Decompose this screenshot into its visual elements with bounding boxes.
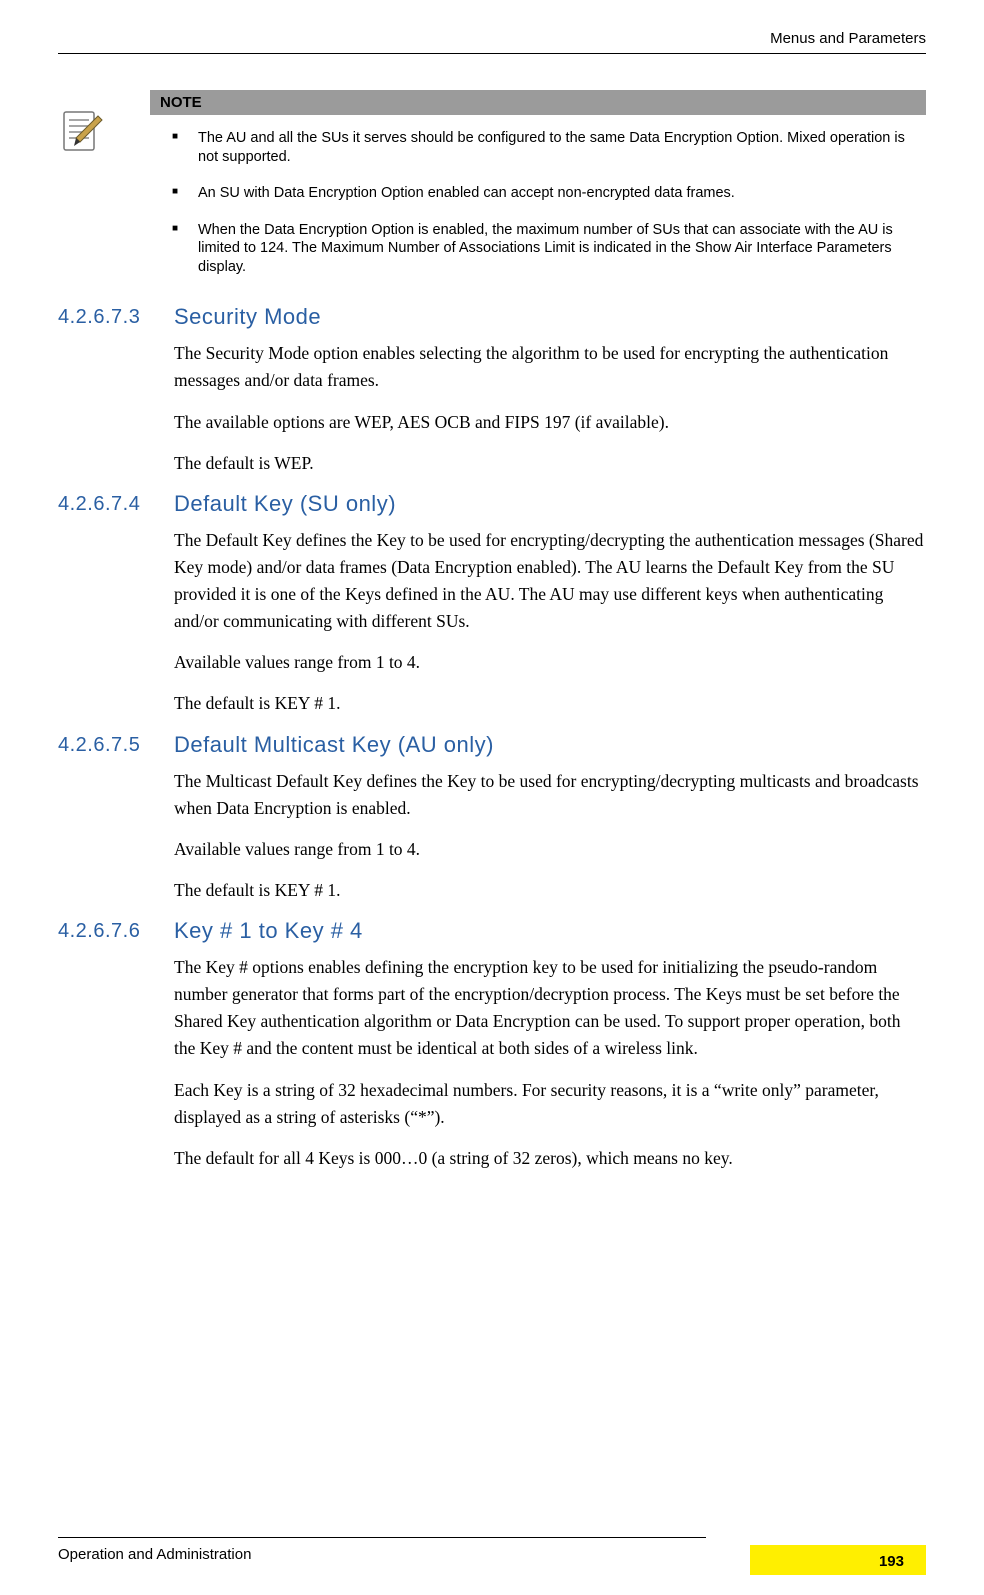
- section-title: Security Mode: [174, 304, 321, 330]
- section-body: The Key # options enables defining the e…: [174, 954, 926, 1172]
- paragraph: Available values range from 1 to 4.: [174, 836, 926, 863]
- note-body: The AU and all the SUs it serves should …: [150, 115, 926, 276]
- section-number: 4.2.6.7.3: [58, 304, 174, 330]
- section-title: Key # 1 to Key # 4: [174, 918, 363, 944]
- note-item: The AU and all the SUs it serves should …: [172, 129, 918, 166]
- paragraph: The Security Mode option enables selecti…: [174, 340, 926, 394]
- paragraph: Each Key is a string of 32 hexadecimal n…: [174, 1077, 926, 1131]
- paragraph: The available options are WEP, AES OCB a…: [174, 409, 926, 436]
- note-item: When the Data Encryption Option is enabl…: [172, 221, 918, 277]
- paragraph: The default is WEP.: [174, 450, 926, 477]
- paragraph: The default is KEY # 1.: [174, 877, 926, 904]
- section-number: 4.2.6.7.4: [58, 491, 174, 517]
- section-heading: 4.2.6.7.6 Key # 1 to Key # 4: [58, 918, 926, 944]
- note-box: NOTE The AU and all the SUs it serves sh…: [150, 90, 926, 276]
- note-icon: [60, 108, 106, 154]
- note-title: NOTE: [150, 90, 926, 115]
- section-body: The Multicast Default Key defines the Ke…: [174, 768, 926, 905]
- footer-rule: [58, 1537, 706, 1538]
- section-body: The Default Key defines the Key to be us…: [174, 527, 926, 718]
- section-number: 4.2.6.7.5: [58, 732, 174, 758]
- section-heading: 4.2.6.7.3 Security Mode: [58, 304, 926, 330]
- section-title: Default Key (SU only): [174, 491, 396, 517]
- section-heading: 4.2.6.7.5 Default Multicast Key (AU only…: [58, 732, 926, 758]
- section-number: 4.2.6.7.6: [58, 918, 174, 944]
- section-heading: 4.2.6.7.4 Default Key (SU only): [58, 491, 926, 517]
- page-number: 193: [879, 1553, 904, 1570]
- paragraph: The Default Key defines the Key to be us…: [174, 527, 926, 636]
- paragraph: The Multicast Default Key defines the Ke…: [174, 768, 926, 822]
- section-title: Default Multicast Key (AU only): [174, 732, 494, 758]
- footer: Operation and Administration 193: [58, 1529, 926, 1563]
- section-body: The Security Mode option enables selecti…: [174, 340, 926, 477]
- header-rule: [58, 53, 926, 54]
- paragraph: The default for all 4 Keys is 000…0 (a s…: [174, 1145, 926, 1172]
- paragraph: The default is KEY # 1.: [174, 690, 926, 717]
- paragraph: Available values range from 1 to 4.: [174, 649, 926, 676]
- paragraph: The Key # options enables defining the e…: [174, 954, 926, 1063]
- note-item: An SU with Data Encryption Option enable…: [172, 184, 918, 203]
- header-chapter: Menus and Parameters: [58, 30, 926, 47]
